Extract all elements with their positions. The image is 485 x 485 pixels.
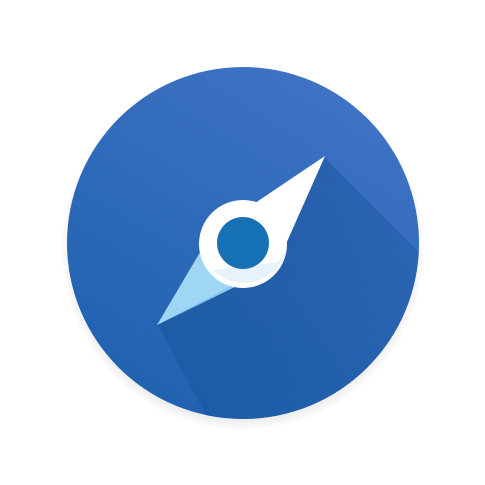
app-icon-stage: [0, 0, 485, 485]
compass-icon[interactable]: [0, 0, 485, 485]
compass-hub-center: [217, 217, 269, 269]
